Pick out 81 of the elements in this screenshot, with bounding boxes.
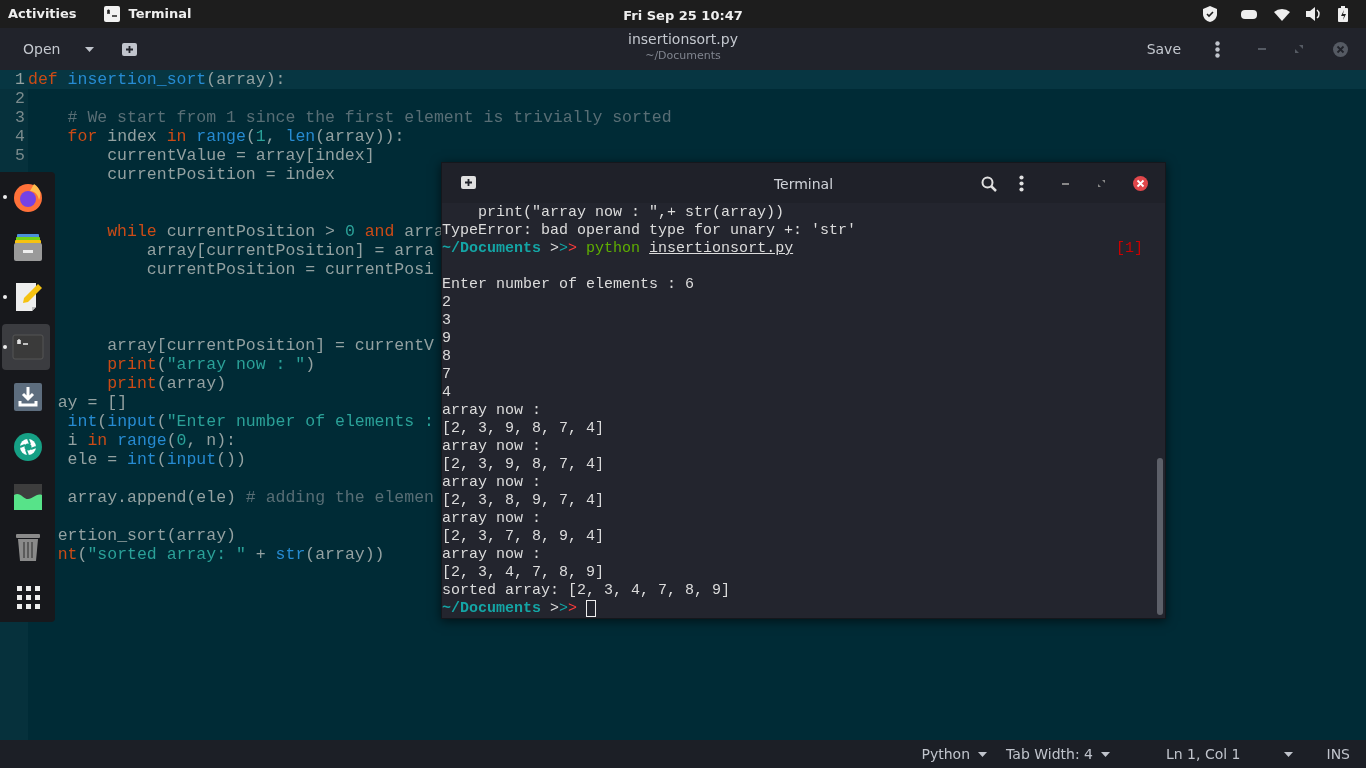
- battery-icon[interactable]: [1338, 6, 1348, 22]
- code-line: print("array now : "): [107, 355, 316, 374]
- new-tab-icon[interactable]: [461, 176, 476, 189]
- terminal-line: Enter number of elements : 6: [442, 276, 695, 293]
- terminal-line: [2, 3, 7, 8, 9, 4]: [442, 528, 605, 545]
- line-number: 4: [15, 127, 25, 146]
- terminal-line: ~/Documents >>> python insertionsort.py: [442, 240, 794, 257]
- terminal-line: array now :: [442, 546, 542, 563]
- menu-icon[interactable]: [1019, 175, 1024, 192]
- terminal-line: 9: [442, 330, 451, 347]
- caret-icon: [1099, 750, 1111, 758]
- code-line: ay = []: [57, 393, 128, 412]
- clock[interactable]: Fri Sep 25 10:47: [623, 6, 743, 26]
- scrollbar-thumb[interactable]: [1157, 458, 1163, 615]
- download-icon[interactable]: [11, 381, 44, 413]
- menu-icon[interactable]: [1215, 40, 1220, 58]
- file-cabinet-icon[interactable]: [11, 231, 44, 263]
- line-number: 3: [15, 108, 25, 127]
- system-monitor-icon[interactable]: [11, 481, 44, 513]
- code-line: currentPosition = currentPosi: [146, 260, 434, 279]
- aperture-icon[interactable]: [11, 431, 44, 463]
- language-dropdown[interactable]: Python: [921, 743, 989, 765]
- volume-icon[interactable]: [1306, 7, 1322, 21]
- terminal-line: [2, 3, 4, 7, 8, 9]: [442, 564, 605, 581]
- cursor-position: Ln 1, Col 1: [1165, 744, 1241, 764]
- code-line: array.append(ele) # adding the elemen: [67, 488, 434, 507]
- window-title: insertionsort.py: [628, 31, 738, 49]
- activities-button[interactable]: Activities: [8, 4, 77, 24]
- code-line: i in range(0, n):: [67, 431, 236, 450]
- browser-icon[interactable]: [11, 181, 44, 213]
- caret-icon[interactable]: [84, 45, 96, 53]
- code-line: currentValue = array[index]: [107, 146, 375, 165]
- close-icon[interactable]: [1133, 176, 1148, 191]
- terminal-title: Terminal: [773, 175, 834, 194]
- window-subtitle: ~/Documents: [644, 48, 722, 63]
- code-line: array[currentPosition] = arra: [146, 241, 434, 260]
- code-line: ele = int(input()): [67, 450, 246, 469]
- terminal-line: print("array now : ",+ str(array)): [478, 204, 785, 221]
- caret-icon: [977, 750, 989, 758]
- terminal-line: array now :: [442, 474, 542, 491]
- terminal-line: array now :: [442, 438, 542, 455]
- line-number: 1: [15, 70, 25, 89]
- terminal-line: 2: [442, 294, 451, 311]
- code-line: currentPosition = index: [107, 165, 335, 184]
- minimize-icon[interactable]: [1062, 182, 1069, 185]
- terminal-line: array now :: [442, 510, 542, 527]
- shield-icon[interactable]: [1203, 6, 1217, 22]
- terminal-line: [2, 3, 9, 8, 7, 4]: [442, 456, 605, 473]
- insert-mode[interactable]: INS: [1326, 743, 1350, 765]
- terminal-line: sorted array: [2, 3, 4, 7, 8, 9]: [442, 582, 731, 599]
- code-line: # We start from 1 since the first element is trivially sorted: [67, 108, 672, 127]
- terminal-line: [2, 3, 9, 8, 7, 4]: [442, 420, 605, 437]
- code-line: nt("sorted array: " + str(array)): [57, 545, 385, 564]
- terminal-line: TypeError: bad operand type for unary +: 'str': [442, 222, 857, 239]
- code-line: array[currentPosition] = currentV: [107, 336, 434, 355]
- caret-icon[interactable]: [1282, 750, 1294, 758]
- terminal-icon[interactable]: [11, 331, 44, 363]
- tab-width-dropdown[interactable]: Tab Width: 4: [1006, 743, 1111, 765]
- exit-status: [1]: [1116, 240, 1143, 258]
- wifi-icon[interactable]: [1274, 7, 1290, 21]
- code-line: ertion_sort(array): [57, 526, 236, 545]
- app-menu-label[interactable]: Terminal: [128, 4, 192, 24]
- code-line: for index in range(1, len(array)):: [67, 127, 405, 146]
- terminal-icon: [103, 6, 120, 22]
- terminal-line: ~/Documents >>>: [442, 600, 578, 618]
- line-number: 2: [15, 89, 25, 108]
- new-tab-icon[interactable]: [122, 42, 138, 56]
- open-button[interactable]: Open: [23, 38, 61, 60]
- code-line: int(input("Enter number of elements :: [67, 412, 434, 431]
- terminal-line: 4: [442, 384, 451, 401]
- line-number: 5: [15, 146, 25, 165]
- terminal-line: 3: [442, 312, 451, 329]
- save-button[interactable]: Save: [1146, 38, 1181, 60]
- terminal-line: [2, 3, 8, 9, 7, 4]: [442, 492, 605, 509]
- terminal-line: 8: [442, 348, 451, 365]
- terminal-line: 7: [442, 366, 451, 383]
- maximize-icon[interactable]: [1098, 180, 1105, 187]
- code-line: def insertion_sort(array):: [28, 70, 286, 89]
- search-icon[interactable]: [981, 175, 997, 192]
- code-line: print(array): [107, 374, 227, 393]
- terminal-line: array now :: [442, 402, 542, 419]
